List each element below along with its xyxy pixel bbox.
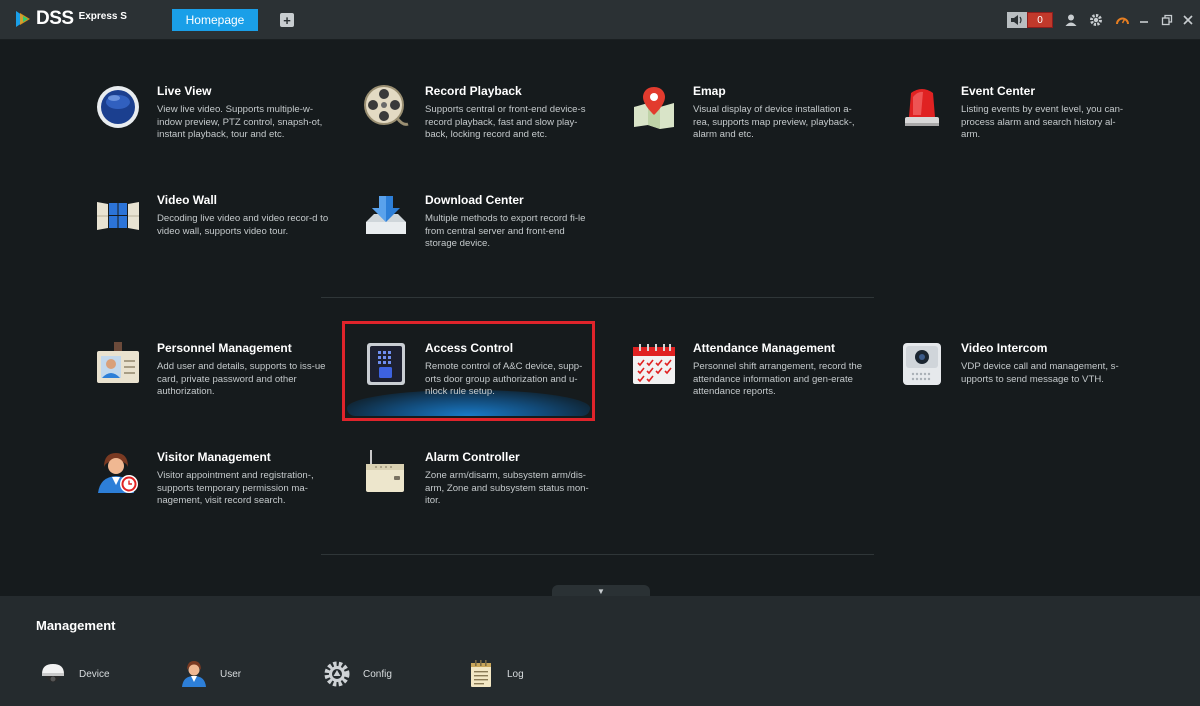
user-icon [180,660,208,688]
notepad-icon [467,660,495,688]
module-event-center[interactable]: Event Center Listing events by event lev… [899,84,1149,174]
module-alarm-controller[interactable]: Alarm Controller Zone arm/disarm, subsys… [363,450,613,540]
module-video-intercom[interactable]: Video Intercom VDP device call and manag… [899,341,1149,431]
management-item-label: Config [363,668,392,680]
map-pin-icon [631,84,677,130]
module-description: Zone arm/disarm, subsystem arm/dis-arm, … [425,470,589,506]
module-title: Download Center [425,193,524,207]
alarm-indicator[interactable]: 0 [1007,12,1053,28]
module-description: Visual display of device installation a-… [693,104,855,140]
module-title: Record Playback [425,84,522,98]
alarm-controller-icon [363,450,409,496]
management-item-user[interactable]: User [180,660,241,688]
management-panel: Management Device User Config Log [0,596,1200,706]
top-bar: DSS Express S Homepage + 0 [0,0,1200,40]
calendar-icon [631,341,677,387]
minimize-icon[interactable] [1136,12,1152,28]
module-title: Event Center [961,84,1036,98]
gear-icon [323,660,351,688]
section-divider [321,297,874,298]
module-download-center[interactable]: Download Center Multiple methods to expo… [363,193,613,283]
module-title: Alarm Controller [425,450,520,464]
performance-gauge-icon[interactable] [1114,12,1130,28]
alarm-light-icon [899,84,945,130]
globe-icon [95,84,141,130]
intercom-icon [899,341,945,387]
user-account-icon[interactable] [1063,12,1079,28]
management-item-label: Device [79,668,110,680]
speaker-icon [1007,12,1027,28]
alarm-count-badge: 0 [1027,12,1053,28]
module-title: Emap [693,84,726,98]
management-title: Management [36,618,116,633]
management-item-label: User [220,668,242,680]
app-logo: DSS Express S [14,8,127,30]
logo-icon [14,9,34,29]
id-card-icon [95,341,141,387]
module-title: Video Wall [157,193,218,207]
camera-dome-icon [39,660,67,688]
module-title: Video Intercom [961,341,1048,355]
section-divider [321,554,874,555]
module-description: Decoding live video and video recor-d to… [157,213,329,237]
add-tab-button[interactable]: + [280,13,294,27]
video-wall-icon [95,193,141,239]
module-title: Visitor Management [157,450,271,464]
settings-gear-icon[interactable] [1088,12,1104,28]
module-title: Personnel Management [157,341,292,355]
logo-subtitle: Express S [78,10,127,22]
module-attendance-management[interactable]: Attendance Management Personnel shift ar… [631,341,881,431]
module-live-view[interactable]: Live View View live video. Supports mult… [95,84,345,174]
module-visitor-management[interactable]: Visitor Management Visitor appointment a… [95,450,345,540]
film-reel-icon [363,84,409,130]
module-video-wall[interactable]: Video Wall Decoding live video and video… [95,193,345,283]
module-description: Remote control of A&C device, supp-orts … [425,361,583,397]
module-record-playback[interactable]: Record Playback Supports central or fron… [363,84,613,174]
management-item-label: Log [507,668,524,680]
module-description: Visitor appointment and registration-, s… [157,470,314,506]
module-title: Attendance Management [693,341,836,355]
module-access-control[interactable]: Access Control Remote control of A&C dev… [363,341,613,431]
management-item-config[interactable]: Config [323,660,392,688]
management-item-log[interactable]: Log [467,660,524,688]
module-description: View live video. Supports multiple-w-ind… [157,104,323,140]
module-description: Listing events by event level, you can-p… [961,104,1124,140]
management-item-device[interactable]: Device [39,660,110,688]
access-device-icon [363,341,409,387]
module-description: Add user and details, supports to iss-ue… [157,361,326,397]
module-title: Live View [157,84,212,98]
module-description: VDP device call and management, s-upport… [961,361,1119,385]
logo-text: DSS [36,8,74,29]
restore-window-icon[interactable] [1159,12,1175,28]
module-emap[interactable]: Emap Visual display of device installati… [631,84,881,174]
module-title: Access Control [425,341,514,355]
chevron-down-icon: ▼ [597,586,605,596]
visitor-icon [95,450,141,496]
module-description: Personnel shift arrangement, record the … [693,361,863,397]
module-description: Supports central or front-end device-s r… [425,104,586,140]
download-icon [363,193,409,239]
close-icon[interactable] [1180,12,1196,28]
tab-homepage[interactable]: Homepage [172,9,258,31]
module-personnel-management[interactable]: Personnel Management Add user and detail… [95,341,345,431]
module-description: Multiple methods to export record fi-le … [425,213,586,249]
